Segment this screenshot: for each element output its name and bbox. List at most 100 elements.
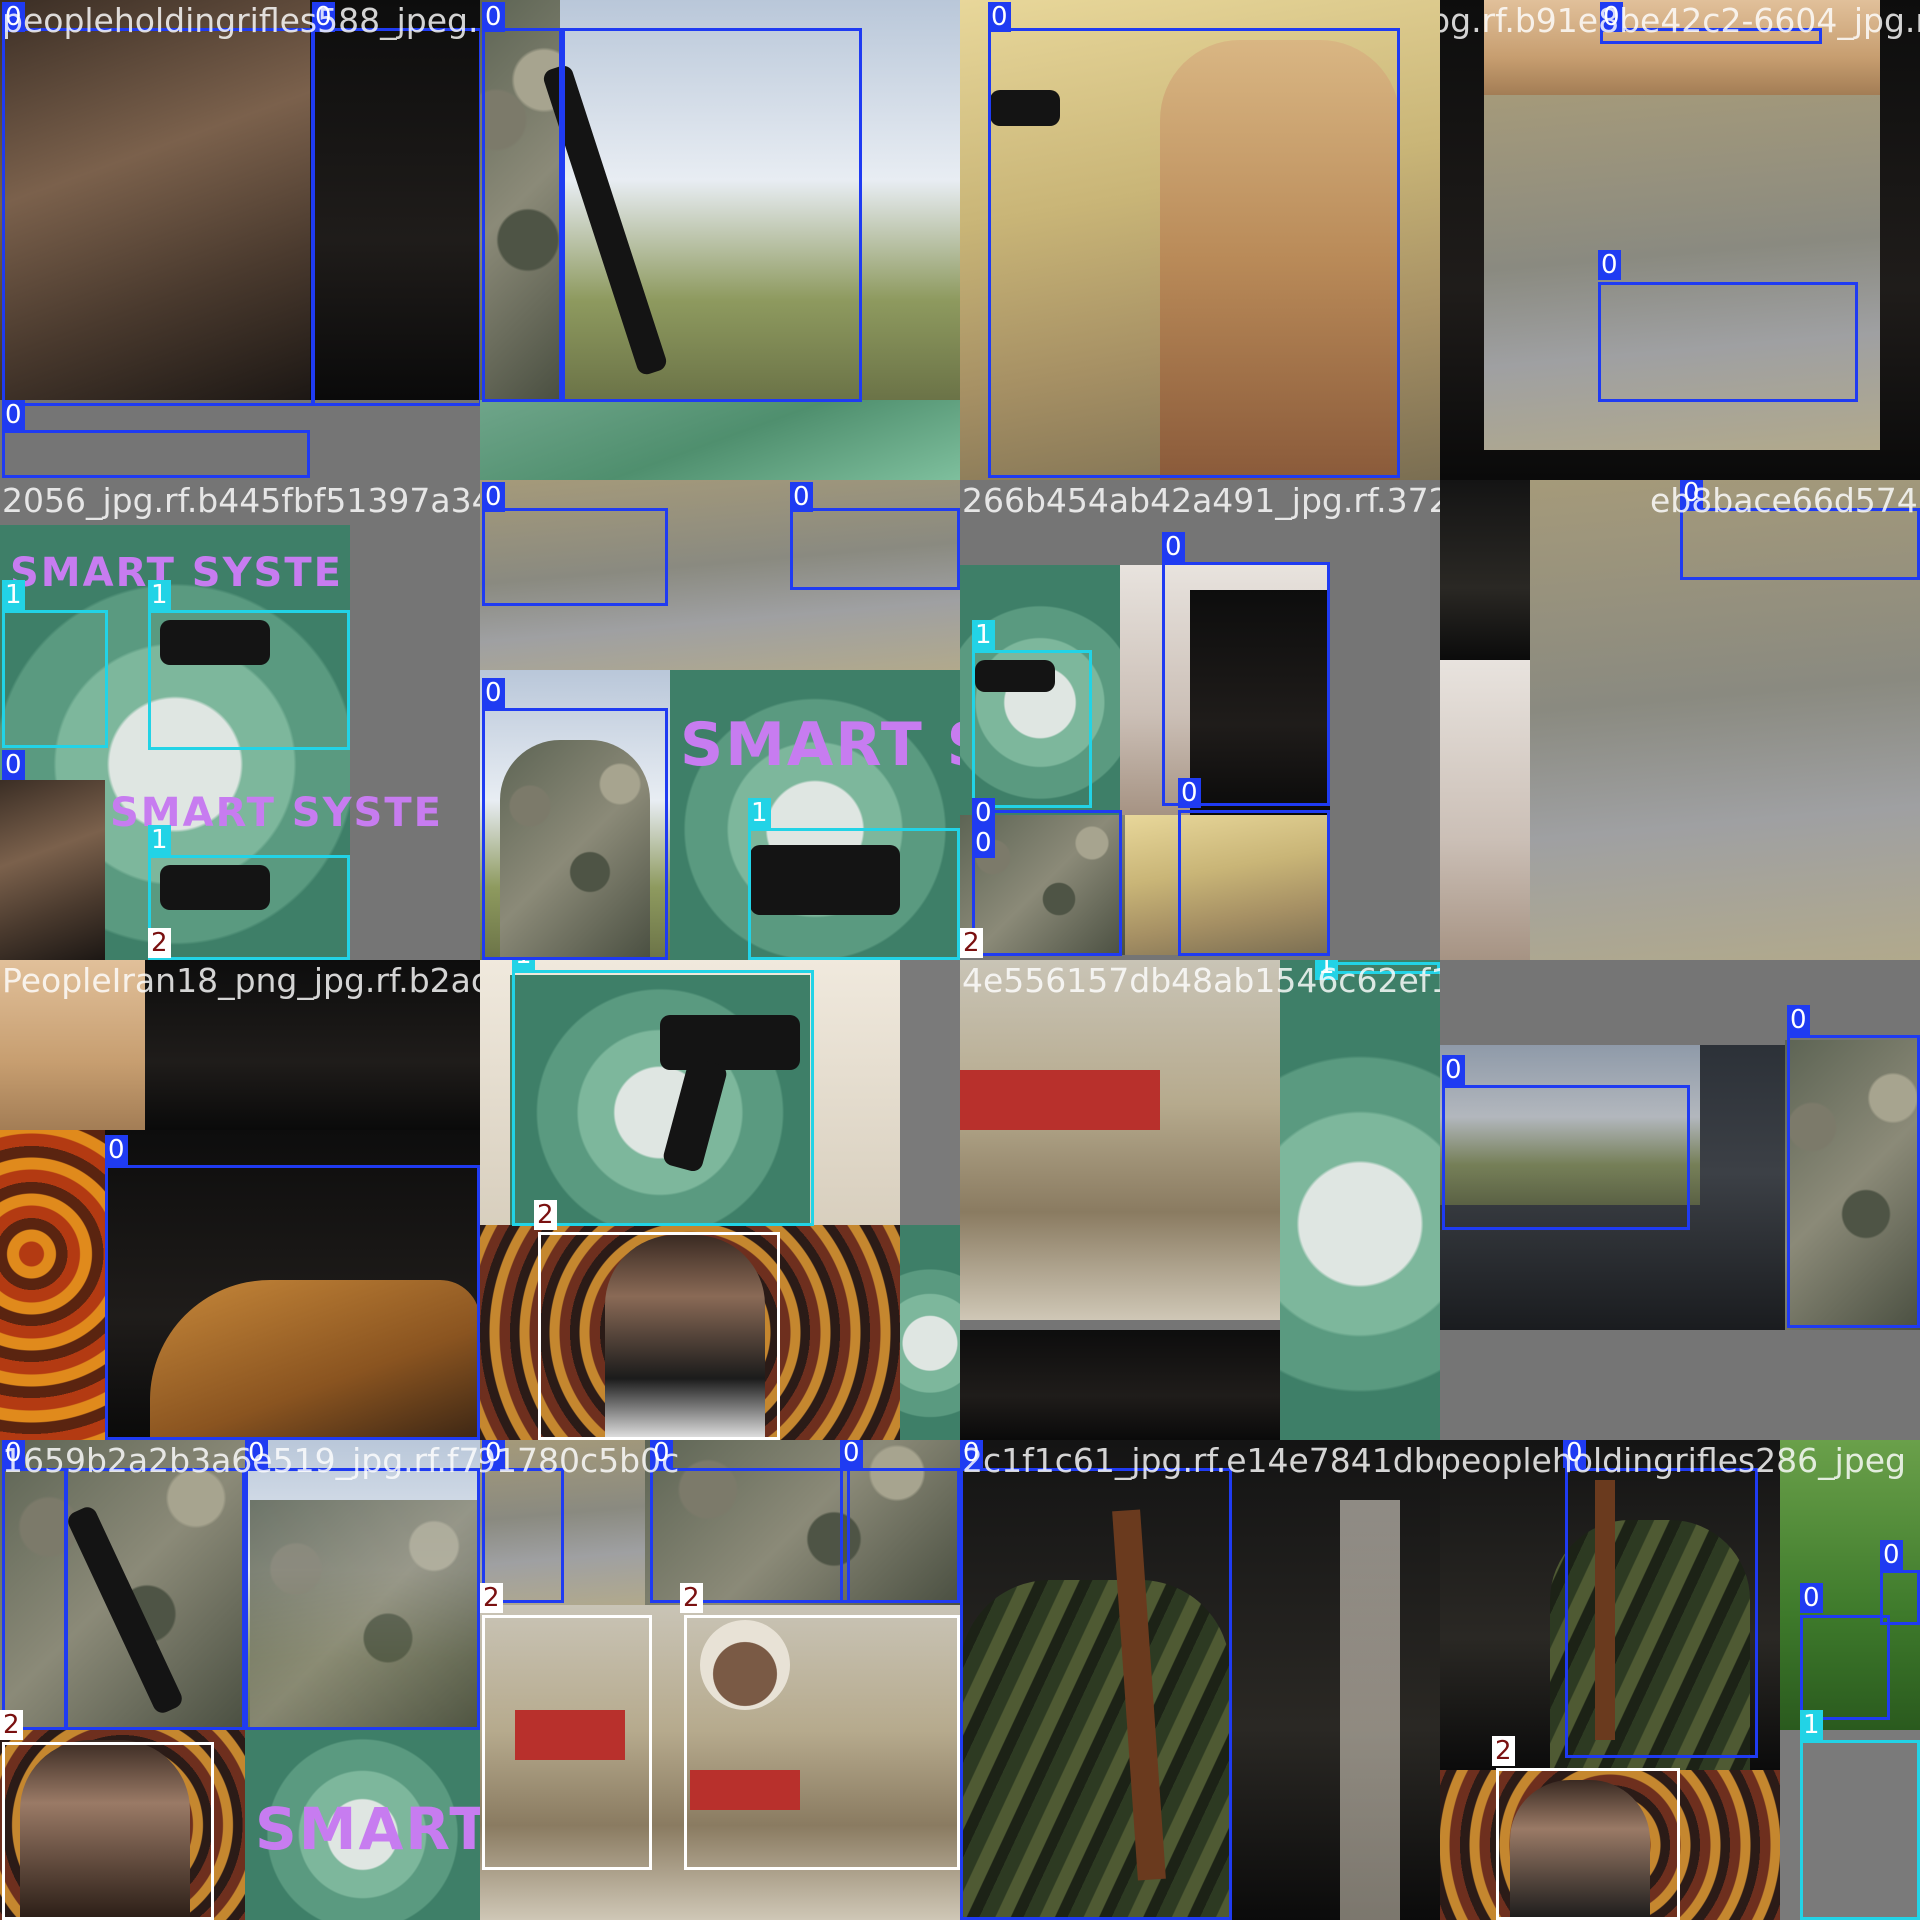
bbox-face — [538, 1232, 780, 1440]
bbox-person — [2, 28, 314, 406]
bbox-gun — [748, 828, 960, 960]
bbox-person — [1800, 1615, 1890, 1720]
class-label: 0 — [790, 482, 813, 512]
bbox-person — [482, 508, 668, 606]
photo-range — [1440, 660, 1530, 960]
photo-smart-strip — [1280, 960, 1440, 1440]
bbox-gun — [1800, 1740, 1920, 1920]
class-label: 0 — [312, 2, 335, 32]
class-label: 2 — [534, 1200, 557, 1230]
class-label: 2 — [1492, 1736, 1515, 1766]
tile-title: 266b454ab42a491_jpg.rf.3729534064e85f1e_… — [962, 481, 1440, 520]
tile-14: 3bab0d91780c5b0c 0 0 0 2 2 — [480, 1440, 960, 1920]
class-label: 0 — [482, 2, 505, 32]
photo-strip — [1484, 0, 1880, 95]
class-label: 0 — [105, 1135, 128, 1165]
tile-3: 0 — [960, 0, 1440, 480]
tile-title: 2056_jpg.rf.b445fbf51397a34715873720392e… — [2, 481, 480, 520]
class-label: 1 — [972, 620, 995, 650]
bbox-person — [312, 28, 480, 406]
bbox-person — [1880, 1570, 1920, 1625]
bbox-person — [562, 28, 862, 402]
bbox-person — [245, 1468, 480, 1730]
bbox-person — [1787, 1035, 1920, 1328]
class-label: 0 — [1787, 1005, 1810, 1035]
class-label: 0 — [1162, 532, 1185, 562]
tile-8: eb8bace66d574 0 — [1440, 480, 1920, 960]
bbox-face — [684, 1615, 960, 1870]
bbox-person — [840, 1468, 960, 1603]
class-label: 2 — [480, 1583, 503, 1613]
tile-6: SMART SY 0 0 0 1 — [480, 480, 960, 960]
tile-4: jpg.rf.b91e8be42c2-6604_jpg.rf.b96000c9c… — [1440, 0, 1920, 480]
class-label: 0 — [1600, 2, 1623, 32]
tile-9: PeopleIran18_png_jpg.rf.b2ac3959e58eb_jp… — [0, 960, 480, 1440]
class-label: 0 — [840, 1440, 863, 1468]
tile-7: 266b454ab42a491_jpg.rf.3729534064e85f1e_… — [960, 480, 1440, 960]
photo-dark — [1440, 480, 1530, 660]
class-label: 0 — [988, 2, 1011, 32]
bbox-face — [2, 1742, 214, 1920]
bbox-person — [1598, 282, 1858, 402]
class-label: 0 — [482, 482, 505, 512]
class-label: 1 — [748, 798, 771, 828]
bbox-gun — [512, 970, 814, 1226]
class-label: 0 — [2, 2, 25, 32]
banner-text: SMART SY — [680, 710, 960, 780]
photo-interior — [0, 960, 145, 1130]
class-label: 1 — [2, 580, 25, 610]
bbox-person — [988, 28, 1400, 478]
bbox-person — [960, 1468, 1232, 1920]
tile-1: peopleholdingrifles588_jpeg.rf.67ab2d8b4… — [0, 0, 480, 480]
class-label: 0 — [1800, 1583, 1823, 1613]
class-label: 2 — [0, 1710, 23, 1740]
photo-soldier — [0, 780, 105, 960]
class-label: 0 — [245, 1440, 268, 1468]
tile-5: SMART SYSTE SMART SYSTE 2056_jpg.rf.b445… — [0, 480, 480, 960]
photo-banner-strip — [480, 400, 960, 480]
bbox-person — [1178, 810, 1330, 956]
tile-13: SMART 1659b2a2b3a6e519_jpg.rf.f7b4a1bb5a… — [0, 1440, 480, 1920]
class-label: 0 — [1880, 1540, 1903, 1570]
bbox-person — [1600, 28, 1822, 44]
bbox-person — [105, 1165, 480, 1440]
class-label: 0 — [1178, 778, 1201, 808]
tile-16: peopleholdingrifles286_jpeg 0 2 0 0 1 — [1440, 1440, 1920, 1920]
class-label: 2 — [960, 928, 983, 958]
detection-mosaic: peopleholdingrifles588_jpeg.rf.67ab2d8b4… — [0, 0, 1920, 1920]
photo-pattern — [0, 1130, 105, 1440]
class-label: 2 — [148, 928, 171, 958]
bbox-gun — [148, 610, 350, 750]
tile-12: 0 0 — [1440, 960, 1920, 1440]
class-label: 0 — [1680, 480, 1703, 508]
class-label: 0 — [972, 828, 995, 858]
class-label: 1 — [148, 825, 171, 855]
class-label: 0 — [2, 1440, 25, 1468]
bbox-face — [1496, 1768, 1680, 1920]
bbox-person — [2, 430, 310, 478]
tile-2: 0 — [480, 0, 960, 480]
class-label: 1 — [1315, 960, 1338, 980]
class-label: 1 — [1800, 1710, 1823, 1740]
tile-10: PeopleIran18_png_jpg.rf.b2ac3959e58eb_jp… — [480, 960, 960, 1440]
class-label: 1 — [512, 960, 535, 970]
class-label: 0 — [960, 1440, 983, 1468]
bbox-face — [482, 1615, 652, 1870]
banner-text: SMART SYSTE — [10, 550, 343, 596]
bbox-person — [1162, 562, 1330, 806]
bbox-person — [2, 1468, 67, 1730]
photo-jacket — [145, 960, 480, 1130]
photo-blurred-person — [960, 960, 1280, 1320]
bbox-person — [1680, 508, 1920, 580]
class-label: 1 — [148, 580, 171, 610]
tile-15: 2c1f1c61_jpg.rf.e14e7841dbeb286_jpeg 0 — [960, 1440, 1440, 1920]
tile-11: 4e556157db48ab1546c62ef1a0233d20b4b 1 — [960, 960, 1440, 1440]
class-label: 2 — [680, 1583, 703, 1613]
class-label: 0 — [1598, 250, 1621, 280]
class-label: 0 — [482, 1440, 505, 1468]
class-label: 0 — [1442, 1055, 1465, 1085]
photo-strip — [900, 1225, 960, 1440]
bbox-person — [1565, 1468, 1758, 1758]
class-label: 0 — [650, 1440, 673, 1468]
photo-strip — [900, 960, 960, 1225]
